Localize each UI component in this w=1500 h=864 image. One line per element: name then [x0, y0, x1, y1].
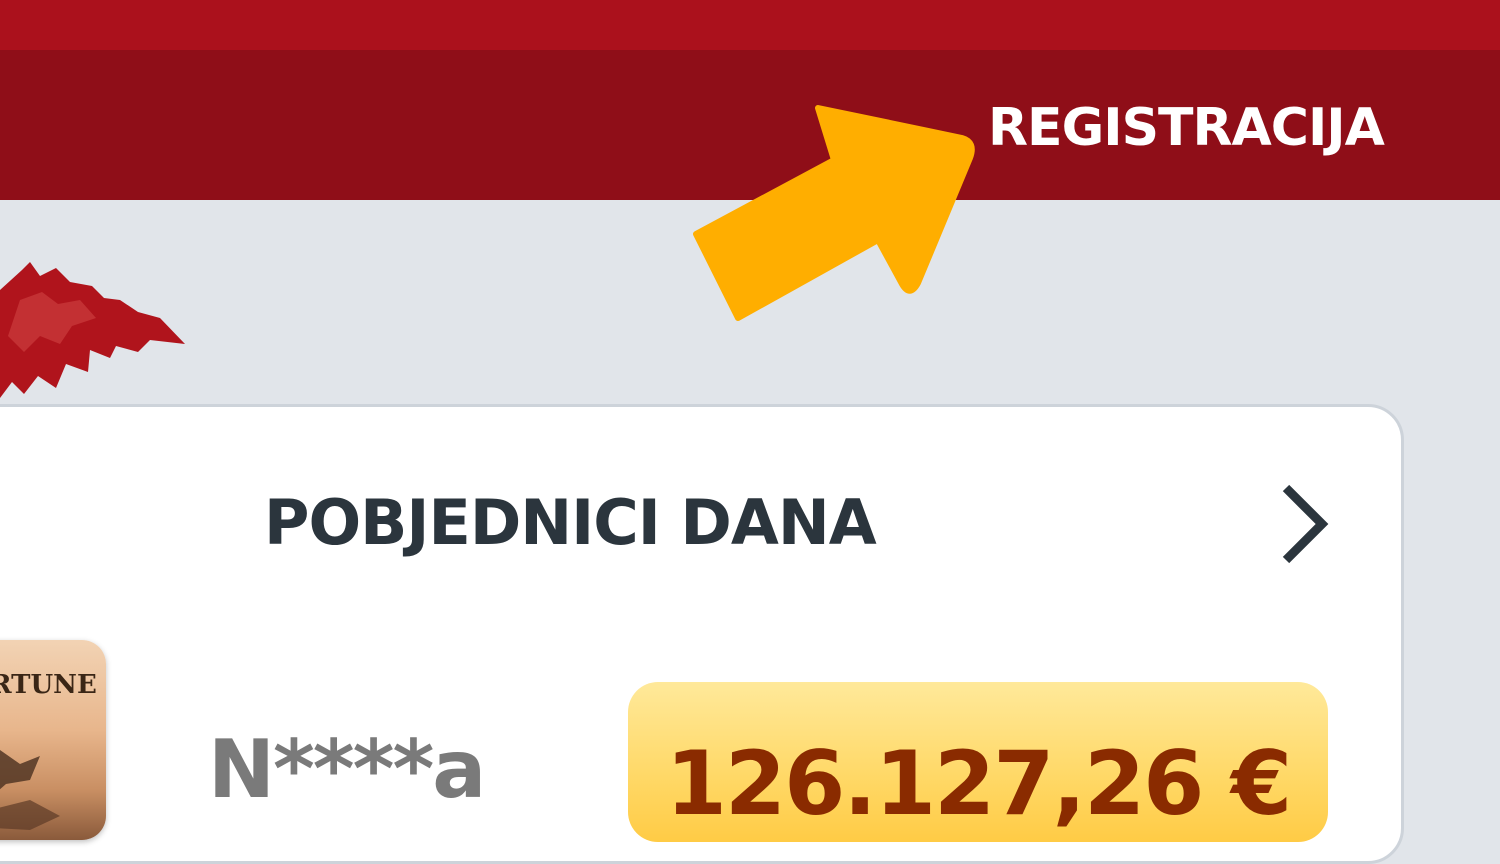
chevron-right-icon[interactable]: [1268, 480, 1338, 568]
game-art-icon: [0, 750, 60, 830]
game-thumbnail[interactable]: RTUNE: [0, 640, 106, 840]
top-strip: [0, 0, 1500, 50]
game-thumbnail-title: RTUNE: [0, 670, 97, 700]
winner-name: N****a: [208, 723, 486, 816]
winners-title: POBJEDNICI DANA: [264, 486, 877, 559]
amount-badge: 126.127,26 €: [628, 682, 1328, 842]
registration-link[interactable]: REGISTRACIJA: [988, 96, 1385, 160]
splash-decoration: [0, 262, 185, 398]
winning-amount: 126.127,26 €: [665, 732, 1293, 835]
pointer-arrow-icon: [693, 105, 975, 321]
